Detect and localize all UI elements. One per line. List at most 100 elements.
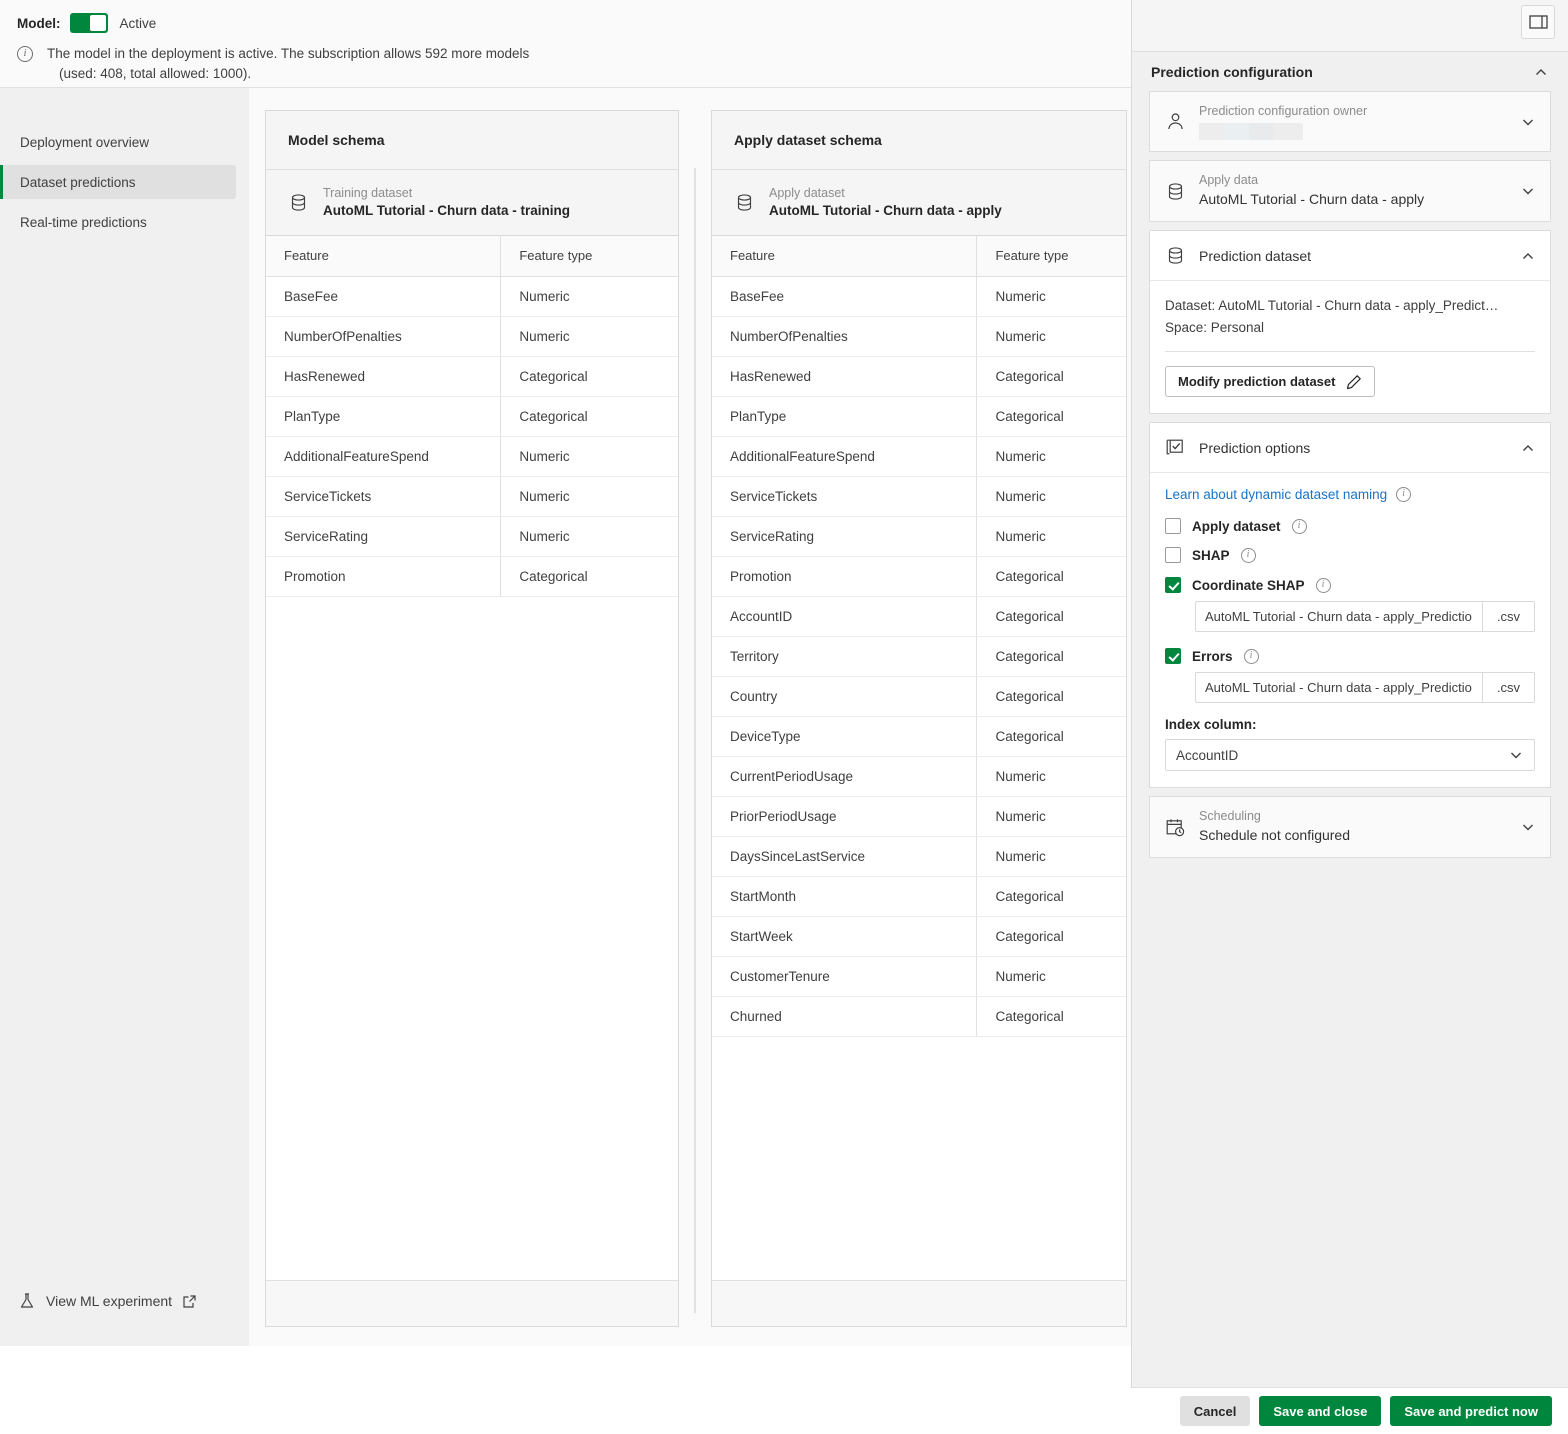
- checkbox-coordinate-shap[interactable]: [1165, 577, 1181, 593]
- sidebar-item-label: Dataset predictions: [20, 174, 136, 190]
- checkbox-apply-dataset[interactable]: [1165, 518, 1181, 534]
- prediction-dataset-box: Prediction dataset Dataset: AutoML Tutor…: [1149, 230, 1551, 414]
- cancel-button[interactable]: Cancel: [1179, 1396, 1251, 1426]
- table-row: NumberOfPenalties Numeric: [266, 316, 678, 357]
- flask-icon: [20, 1293, 34, 1308]
- info-icon[interactable]: i: [1396, 487, 1412, 502]
- cell-feature: Churned: [712, 996, 977, 1037]
- cell-feature-type: Numeric: [976, 956, 1126, 997]
- main-column: Model: Active i The model in the deploym…: [0, 0, 1131, 1434]
- apply-schema-rows: BaseFee Numeric NumberOfPenalties Numeric Ha…: [712, 276, 1126, 1037]
- chevron-down-icon[interactable]: [1520, 183, 1536, 199]
- cell-feature-type: Numeric: [976, 276, 1126, 317]
- save-and-predict-now-button[interactable]: Save and predict now: [1390, 1396, 1552, 1426]
- prediction-config-owner-row[interactable]: Prediction configuration owner: [1150, 92, 1550, 151]
- model-dataset-name: AutoML Tutorial - Churn data - training: [323, 203, 570, 218]
- prediction-dataset-name: Dataset: AutoML Tutorial - Churn data - …: [1165, 298, 1499, 313]
- cell-feature-type: Categorical: [976, 396, 1126, 437]
- table-row: Country Categorical: [712, 676, 1126, 717]
- prediction-options-header[interactable]: Prediction options: [1150, 423, 1550, 473]
- index-column-label: Index column:: [1165, 717, 1257, 732]
- prediction-dataset-header[interactable]: Prediction dataset: [1150, 231, 1550, 281]
- cell-feature-type: Numeric: [976, 316, 1126, 357]
- cell-feature: ServiceRating: [266, 516, 501, 557]
- cell-feature-type: Numeric: [500, 476, 678, 517]
- coordinate-shap-filename-input[interactable]: [1196, 602, 1482, 631]
- panel-top-bar: [1132, 0, 1568, 51]
- info-icon[interactable]: i: [1315, 577, 1331, 593]
- info-icon[interactable]: i: [1243, 648, 1259, 664]
- table-header-row: Feature Feature type: [266, 236, 678, 277]
- cell-feature-type: Numeric: [976, 796, 1126, 837]
- cell-feature-type: Categorical: [976, 716, 1126, 757]
- table-row: StartWeek Categorical: [712, 916, 1126, 957]
- coordinate-shap-file-extension: .csv: [1482, 602, 1534, 631]
- apply-schema-table-wrap: Feature Feature type BaseFee Numeric Numbe…: [712, 236, 1126, 1280]
- modify-prediction-dataset-button[interactable]: Modify prediction dataset: [1165, 366, 1376, 397]
- toggle-knob: [89, 15, 106, 31]
- table-row: ServiceTickets Numeric: [712, 476, 1126, 517]
- chevron-down-icon[interactable]: [1520, 819, 1536, 835]
- cell-feature: ServiceRating: [712, 516, 977, 557]
- external-link-icon: [183, 1294, 196, 1308]
- save-and-close-button[interactable]: Save and close: [1259, 1396, 1382, 1426]
- scheduling-row[interactable]: Scheduling Schedule not configured: [1150, 797, 1550, 857]
- prediction-config-owner-value-redacted: [1199, 123, 1303, 140]
- index-column-value: AccountID: [1176, 747, 1239, 763]
- sidebar-item-deployment-overview[interactable]: Deployment overview: [0, 125, 236, 159]
- prediction-dataset-space: Space: Personal: [1165, 320, 1265, 335]
- checklist-icon: [1166, 439, 1183, 455]
- prediction-configuration-panel: Prediction configuration Prediction conf…: [1131, 0, 1568, 1434]
- scheduling-label: Scheduling: [1199, 809, 1261, 823]
- prediction-options-title: Prediction options: [1199, 439, 1311, 456]
- cell-feature-type: Categorical: [976, 916, 1126, 957]
- apply-schema-title: Apply dataset schema: [712, 111, 1126, 170]
- sidebar-item-real-time-predictions[interactable]: Real-time predictions: [0, 205, 236, 239]
- chevron-up-icon[interactable]: [1520, 440, 1536, 456]
- cell-feature-type: Categorical: [500, 396, 678, 437]
- user-icon: [1168, 113, 1183, 130]
- cell-feature-type: Categorical: [976, 596, 1126, 637]
- cell-feature-type: Categorical: [500, 556, 678, 597]
- chevron-up-icon[interactable]: [1533, 64, 1549, 80]
- errors-filename-input[interactable]: [1196, 673, 1482, 702]
- model-active-toggle[interactable]: [69, 13, 108, 33]
- checkbox-shap[interactable]: [1165, 547, 1181, 563]
- apply-dataset-text: Apply dataset AutoML Tutorial - Churn da…: [769, 185, 1002, 220]
- table-row: Territory Categorical: [712, 636, 1126, 677]
- table-row: PlanType Categorical: [712, 396, 1126, 437]
- table-row: DaysSinceLastService Numeric: [712, 836, 1126, 877]
- card-divider: [679, 110, 711, 1327]
- cell-feature: Promotion: [266, 556, 501, 597]
- coordinate-shap-filename-row: .csv: [1195, 601, 1535, 632]
- table-row: NumberOfPenalties Numeric: [712, 316, 1126, 357]
- cell-feature-type: Categorical: [976, 636, 1126, 677]
- model-schema-rows: BaseFee Numeric NumberOfPenalties Numeric Ha…: [266, 276, 678, 597]
- scheduling-box: Scheduling Schedule not configured: [1149, 796, 1551, 858]
- panel-header: Prediction configuration: [1132, 51, 1568, 91]
- index-column-select[interactable]: AccountID: [1165, 739, 1535, 771]
- cell-feature: Country: [712, 676, 977, 717]
- checkbox-errors[interactable]: [1165, 648, 1181, 664]
- chevron-up-icon[interactable]: [1520, 248, 1536, 264]
- chevron-down-icon: [1511, 752, 1521, 759]
- panel-toggle-button[interactable]: [1521, 5, 1555, 39]
- table-row: HasRenewed Categorical: [266, 356, 678, 397]
- calendar-clock-icon: [1166, 818, 1185, 836]
- apply-data-row[interactable]: Apply data AutoML Tutorial - Churn data …: [1150, 161, 1550, 221]
- sidebar-item-dataset-predictions[interactable]: Dataset predictions: [0, 165, 236, 199]
- learn-dynamic-dataset-naming-link[interactable]: Learn about dynamic dataset naming: [1165, 487, 1387, 502]
- model-schema-table-wrap: Feature Feature type BaseFee Numeric Numbe…: [266, 236, 678, 1280]
- divider: [1165, 351, 1535, 352]
- info-icon[interactable]: i: [1291, 518, 1307, 534]
- app-root: Model: Active i The model in the deploym…: [0, 0, 1568, 1434]
- prediction-config-owner-box: Prediction configuration owner: [1149, 91, 1551, 152]
- view-ml-experiment-link[interactable]: View ML experiment: [18, 1292, 197, 1310]
- cell-feature-type: Numeric: [500, 436, 678, 477]
- table-row: Churned Categorical: [712, 996, 1126, 1037]
- model-toggle-row: Model: Active: [17, 8, 1131, 38]
- cell-feature: AdditionalFeatureSpend: [712, 436, 977, 477]
- chevron-down-icon[interactable]: [1520, 114, 1536, 130]
- info-icon[interactable]: i: [1240, 547, 1256, 563]
- table-row: BaseFee Numeric: [266, 276, 678, 317]
